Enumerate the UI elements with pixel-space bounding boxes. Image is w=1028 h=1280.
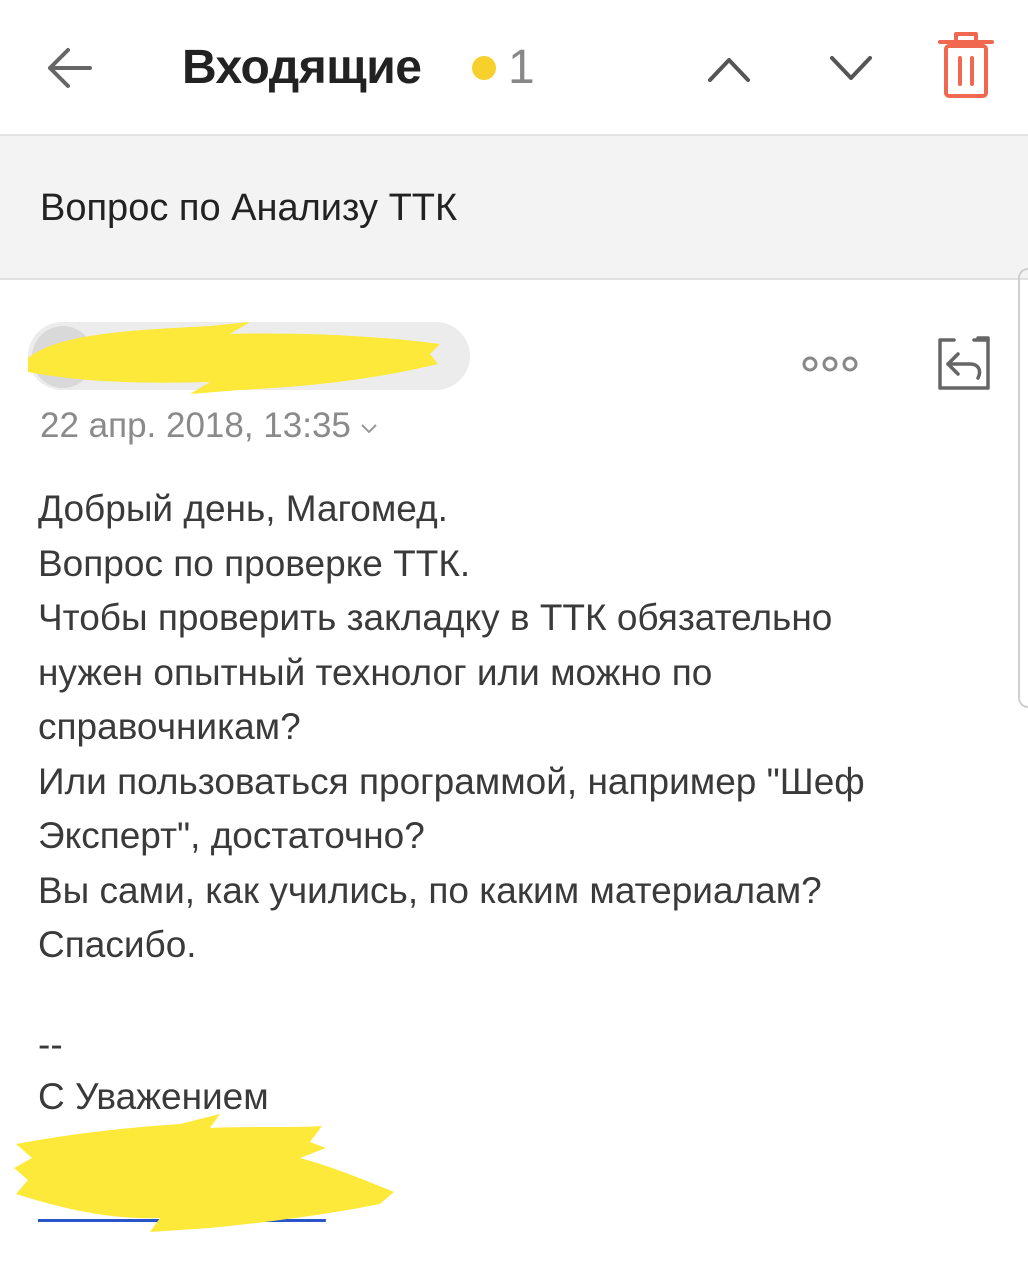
back-button[interactable] <box>40 38 100 98</box>
previous-message-button[interactable] <box>700 40 758 96</box>
unread-indicator <box>472 56 496 80</box>
signature-regards: С Уважением <box>38 1076 269 1117</box>
scrollbar[interactable] <box>1018 268 1028 708</box>
date-text: 22 апр. 2018, 13:35 <box>40 406 351 445</box>
avatar <box>32 326 94 388</box>
body-line: Добрый день, Магомед. <box>38 488 448 529</box>
reply-button[interactable] <box>934 334 994 392</box>
top-toolbar: Входящие 1 <box>0 0 1028 136</box>
folder-title: Входящие <box>182 41 422 94</box>
signature-name-redacted <box>38 1124 998 1178</box>
message-body: Добрый день, Магомед. Вопрос по проверке… <box>38 482 998 973</box>
body-line: нужен опытный технолог или можно по <box>38 651 713 693</box>
body-line: Эксперт", достаточно? <box>38 815 425 856</box>
unread-count: 1 <box>508 41 535 94</box>
body-line: справочникам? <box>38 706 301 747</box>
signature-phone-redacted[interactable] <box>38 1178 998 1232</box>
message-date[interactable]: 22 апр. 2018, 13:35 <box>40 404 379 448</box>
signature-separator: -- <box>38 1024 63 1065</box>
trash-icon <box>938 32 994 98</box>
delete-button[interactable] <box>934 30 998 102</box>
chevron-down-icon <box>830 56 872 80</box>
more-icon <box>802 356 858 372</box>
sender-chip[interactable] <box>28 322 470 390</box>
body-line: Спасибо. <box>38 924 197 965</box>
next-message-button[interactable] <box>822 40 880 96</box>
body-line: Вы сами, как учились, по каким материала… <box>38 869 822 911</box>
reply-icon <box>938 336 990 390</box>
subject-bar: Вопрос по Анализу ТТК <box>0 136 1028 280</box>
message-subject: Вопрос по Анализу ТТК <box>40 187 458 229</box>
more-options-button[interactable] <box>796 344 866 384</box>
body-line: Чтобы проверить закладку в ТТК обязатель… <box>38 597 833 638</box>
chevron-down-icon <box>361 424 377 434</box>
arrow-left-icon <box>48 48 92 88</box>
body-line: Или пользоваться программой, например "Ш… <box>38 760 865 802</box>
chevron-up-icon <box>708 58 750 82</box>
body-line: Вопрос по проверке ТТК. <box>38 542 471 584</box>
